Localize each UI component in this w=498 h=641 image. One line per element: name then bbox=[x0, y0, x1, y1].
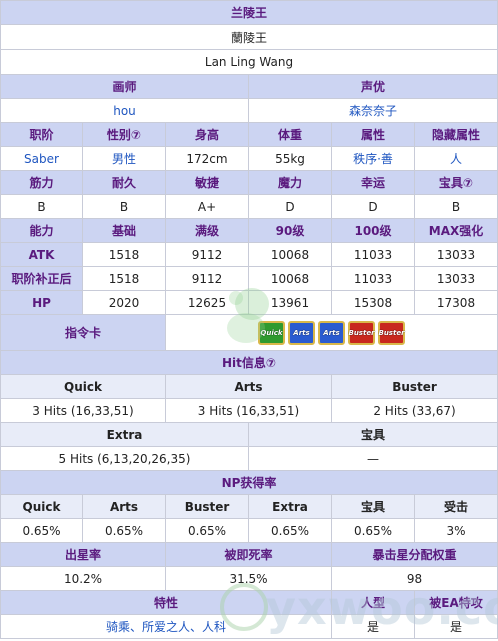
stat-header: MAX强化 bbox=[415, 219, 498, 243]
param-header: 魔力 bbox=[249, 171, 332, 195]
param-header[interactable]: 宝具⑦ bbox=[415, 171, 498, 195]
param-value: D bbox=[332, 195, 415, 219]
hit-header: Extra bbox=[0, 423, 249, 447]
basic-header: 身高 bbox=[166, 123, 249, 147]
name-en: Lan Ling Wang bbox=[0, 50, 498, 75]
stat-row-label: HP bbox=[0, 291, 83, 315]
stat-value: 1518 bbox=[83, 267, 166, 291]
param-header: 幸运 bbox=[332, 171, 415, 195]
hidden-attribute-link[interactable]: 人 bbox=[415, 147, 498, 171]
trait-header: 特性 bbox=[0, 591, 332, 615]
stat-value: 9112 bbox=[166, 243, 249, 267]
np-value: 0.65% bbox=[332, 519, 415, 543]
arts-card-icon: Arts bbox=[288, 320, 315, 345]
servant-info-table: 兰陵王 蘭陵王 Lan Ling Wang 画师 声优 hou 森奈奈子 职阶 … bbox=[0, 0, 498, 639]
np-header: Extra bbox=[249, 495, 332, 519]
cv-link[interactable]: 森奈奈子 bbox=[249, 99, 498, 123]
stat-value: 13961 bbox=[249, 291, 332, 315]
np-header: Quick bbox=[0, 495, 83, 519]
stat-value: 11033 bbox=[332, 267, 415, 291]
traits-list[interactable]: 骑乘、所爱之人、人科 bbox=[0, 615, 332, 639]
np-header: 宝具 bbox=[332, 495, 415, 519]
weight-value: 55kg bbox=[249, 147, 332, 171]
class-link[interactable]: Saber bbox=[0, 147, 83, 171]
stat-value: 2020 bbox=[83, 291, 166, 315]
stat-value: 11033 bbox=[332, 243, 415, 267]
star-header: 被即死率 bbox=[166, 543, 332, 567]
quick-card-icon: Quick bbox=[258, 320, 285, 345]
buster-card-icon: Buster bbox=[378, 320, 405, 345]
param-value: B bbox=[83, 195, 166, 219]
param-value: B bbox=[0, 195, 83, 219]
gender-link[interactable]: 男性 bbox=[83, 147, 166, 171]
np-value: 0.65% bbox=[249, 519, 332, 543]
stat-value: 10068 bbox=[249, 267, 332, 291]
height-value: 172cm bbox=[166, 147, 249, 171]
stat-header: 90级 bbox=[249, 219, 332, 243]
star-header: 出星率 bbox=[0, 543, 166, 567]
arts-card-icon: Arts bbox=[318, 320, 345, 345]
illustrator-link[interactable]: hou bbox=[0, 99, 249, 123]
stat-value: 1518 bbox=[83, 243, 166, 267]
basic-header: 属性 bbox=[332, 123, 415, 147]
illustrator-label: 画师 bbox=[0, 75, 249, 99]
stat-value: 12625 bbox=[166, 291, 249, 315]
trait-header: 人型 bbox=[332, 591, 415, 615]
stat-header: 基础 bbox=[83, 219, 166, 243]
stat-value: 13033 bbox=[415, 267, 498, 291]
alignment-link[interactable]: 秩序·善 bbox=[332, 147, 415, 171]
name-alt: 蘭陵王 bbox=[0, 25, 498, 50]
param-header: 耐久 bbox=[83, 171, 166, 195]
stat-value: 15308 bbox=[332, 291, 415, 315]
stat-value: 10068 bbox=[249, 243, 332, 267]
np-header: 受击 bbox=[415, 495, 498, 519]
hit-header: Buster bbox=[332, 375, 498, 399]
np-value: 0.65% bbox=[0, 519, 83, 543]
np-value: 0.65% bbox=[83, 519, 166, 543]
buster-card-icon: Buster bbox=[348, 320, 375, 345]
stat-header: 100级 bbox=[332, 219, 415, 243]
trait-header: 被EA特攻 bbox=[415, 591, 498, 615]
hit-value: — bbox=[249, 447, 498, 471]
param-value: D bbox=[249, 195, 332, 219]
hit-value: 2 Hits (33,67) bbox=[332, 399, 498, 423]
hit-value: 5 Hits (6,13,20,26,35) bbox=[0, 447, 249, 471]
command-card-label: 指令卡 bbox=[0, 315, 166, 351]
stat-value: 9112 bbox=[166, 267, 249, 291]
cv-label: 声优 bbox=[249, 75, 498, 99]
basic-header: 职阶 bbox=[0, 123, 83, 147]
hit-info-title[interactable]: Hit信息⑦ bbox=[0, 351, 498, 375]
hit-header: Arts bbox=[166, 375, 332, 399]
param-header: 筋力 bbox=[0, 171, 83, 195]
np-value: 0.65% bbox=[166, 519, 249, 543]
param-value: B bbox=[415, 195, 498, 219]
basic-header: 隐藏属性 bbox=[415, 123, 498, 147]
star-value: 98 bbox=[332, 567, 498, 591]
hit-value: 3 Hits (16,33,51) bbox=[166, 399, 332, 423]
trait-value: 是 bbox=[415, 615, 498, 639]
basic-header: 体重 bbox=[249, 123, 332, 147]
star-value: 31.5% bbox=[166, 567, 332, 591]
command-card-list: Quick Arts Arts Buster Buster bbox=[166, 315, 498, 351]
stat-header: 满级 bbox=[166, 219, 249, 243]
stat-row-label: 职阶补正后 bbox=[0, 267, 83, 291]
trait-value: 是 bbox=[332, 615, 415, 639]
star-header: 暴击星分配权重 bbox=[332, 543, 498, 567]
np-value: 3% bbox=[415, 519, 498, 543]
hit-value: 3 Hits (16,33,51) bbox=[0, 399, 166, 423]
hit-header: Quick bbox=[0, 375, 166, 399]
stat-row-label: ATK bbox=[0, 243, 83, 267]
hit-header: 宝具 bbox=[249, 423, 498, 447]
stat-header: 能力 bbox=[0, 219, 83, 243]
np-header: Arts bbox=[83, 495, 166, 519]
star-value: 10.2% bbox=[0, 567, 166, 591]
page-title: 兰陵王 bbox=[0, 0, 498, 25]
basic-header[interactable]: 性别⑦ bbox=[83, 123, 166, 147]
stat-value: 13033 bbox=[415, 243, 498, 267]
stat-value: 17308 bbox=[415, 291, 498, 315]
np-header: Buster bbox=[166, 495, 249, 519]
param-header: 敏捷 bbox=[166, 171, 249, 195]
np-title: NP获得率 bbox=[0, 471, 498, 495]
param-value: A+ bbox=[166, 195, 249, 219]
